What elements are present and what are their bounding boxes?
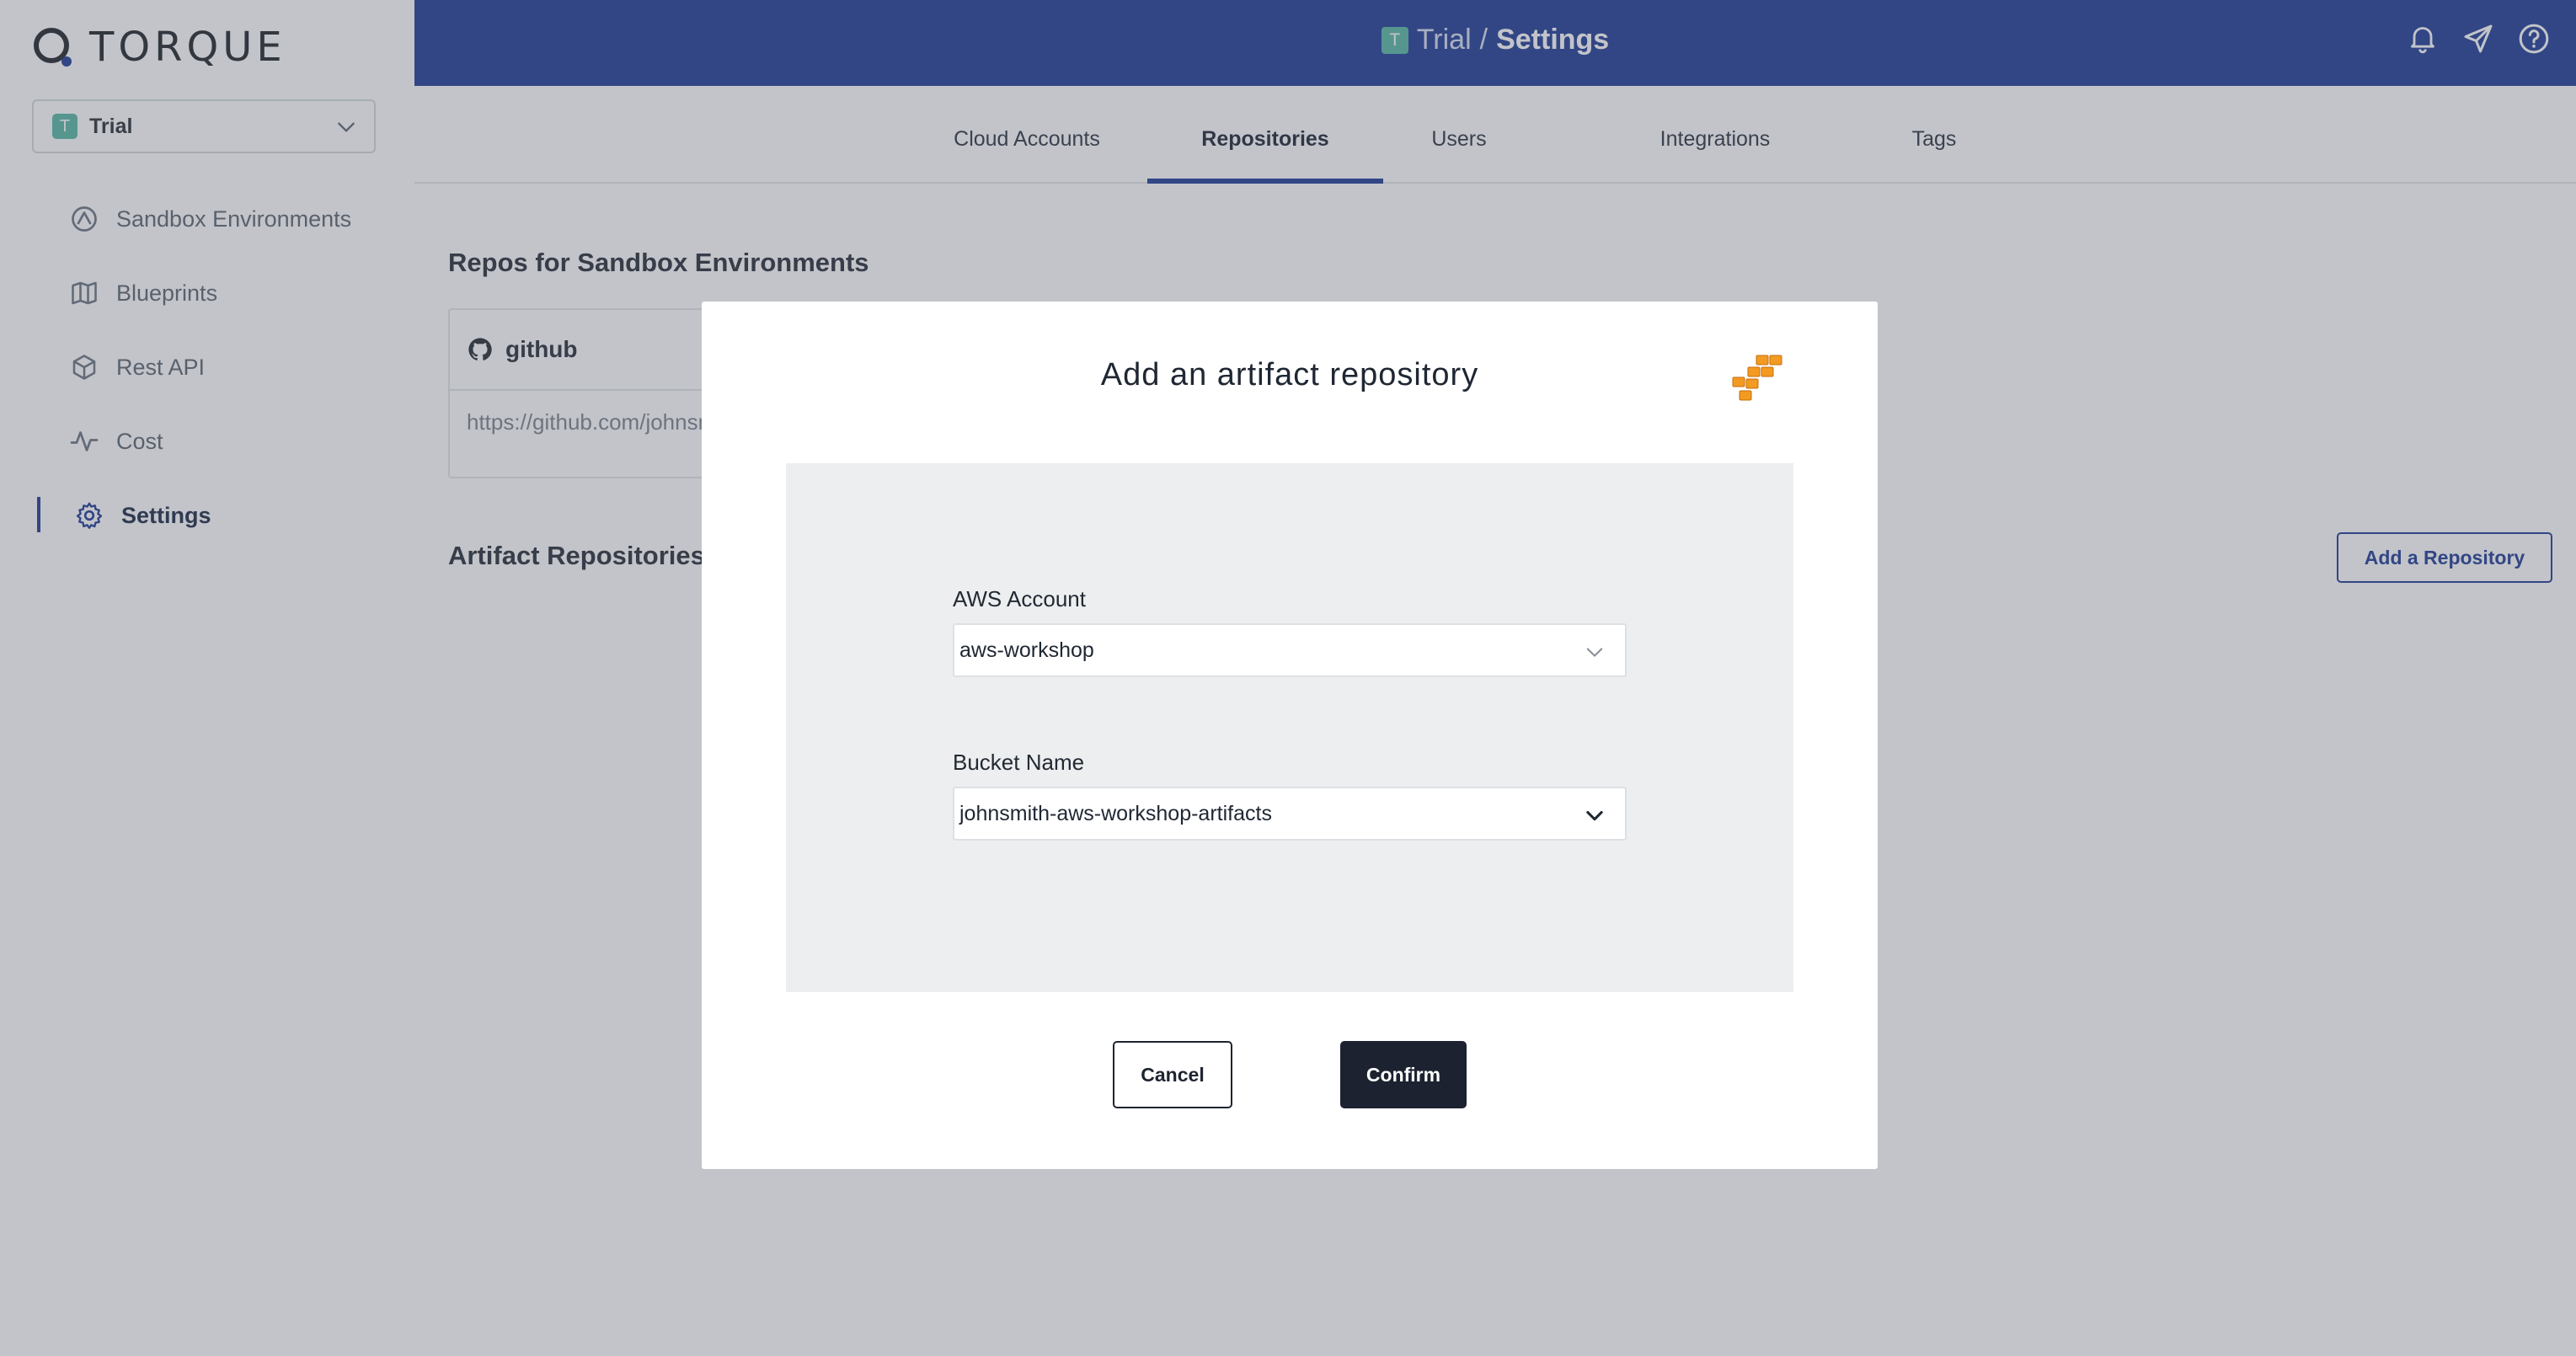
aws-account-value: aws-workshop	[959, 638, 1094, 662]
chevron-down-icon	[1586, 810, 1603, 821]
aws-account-label: AWS Account	[953, 586, 1086, 611]
add-artifact-repository-dialog: Add an artifact repository AWS Account a…	[702, 302, 1878, 1169]
cancel-button[interactable]: Cancel	[1113, 1041, 1232, 1108]
aws-s3-icon	[1732, 355, 1782, 401]
chevron-down-icon	[1586, 648, 1603, 657]
bucket-name-label: Bucket Name	[953, 750, 1085, 775]
aws-account-select[interactable]: aws-workshop	[953, 623, 1627, 677]
bucket-name-select[interactable]: johnsmith-aws-workshop-artifacts	[953, 787, 1627, 841]
dialog-title: Add an artifact repository	[1100, 357, 1479, 392]
dialog-form: AWS Account aws-workshop Bucket Name joh…	[786, 463, 1793, 992]
confirm-button[interactable]: Confirm	[1340, 1041, 1467, 1108]
bucket-name-value: johnsmith-aws-workshop-artifacts	[959, 801, 1272, 825]
